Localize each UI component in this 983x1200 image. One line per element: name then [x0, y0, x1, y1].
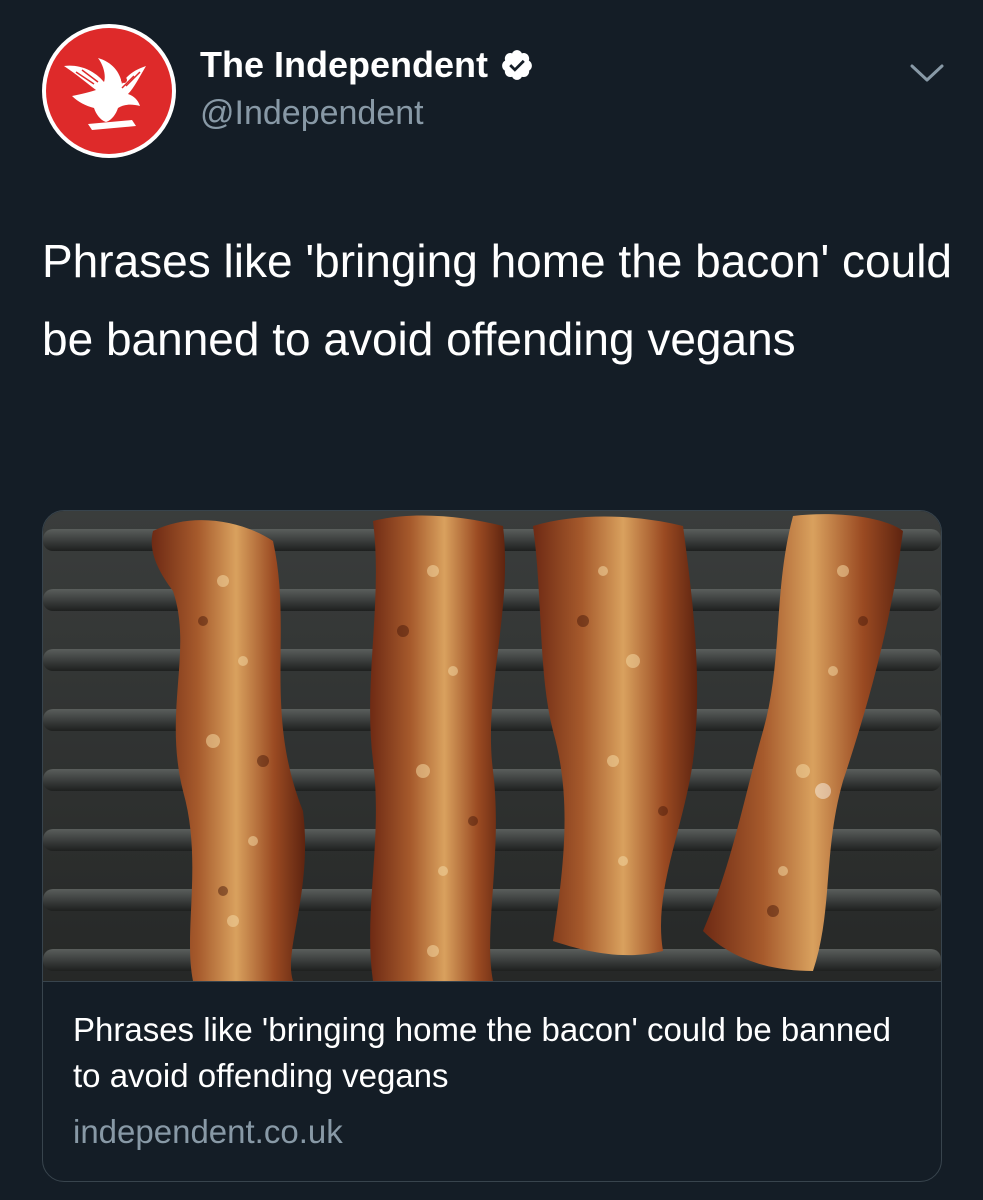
display-name[interactable]: The Independent — [200, 44, 488, 86]
account-name-row: The Independent — [200, 44, 534, 86]
card-title: Phrases like 'bringing home the bacon' c… — [73, 1011, 891, 1094]
account-handle[interactable]: @Independent — [200, 94, 424, 133]
chevron-down-icon[interactable] — [906, 58, 948, 88]
tweet-text: Phrases like 'bringing home the bacon' c… — [42, 235, 953, 365]
link-card[interactable]: Phrases like 'bringing home the bacon' c… — [42, 510, 942, 1182]
verified-badge-icon — [500, 48, 534, 82]
independent-eagle-logo-icon — [46, 28, 172, 154]
avatar[interactable] — [42, 24, 176, 158]
card-domain: independent.co.uk — [73, 1113, 343, 1150]
bacon-photo — [43, 511, 941, 982]
